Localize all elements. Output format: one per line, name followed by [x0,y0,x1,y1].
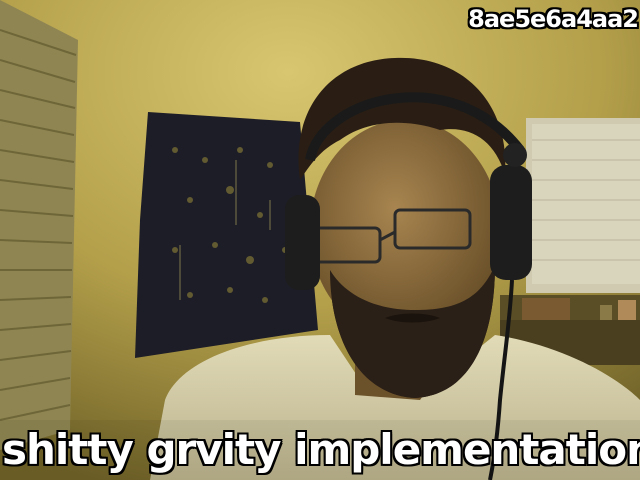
image-id-label: 8ae5e6a4aa2 [468,5,639,33]
left-window-blinds [0,0,78,450]
webcam-photo: 8ae5e6a4aa2 shitty grvity implementation [0,0,640,480]
webcam-scene [0,0,640,480]
meme-caption: shitty grvity implementation [2,425,640,474]
